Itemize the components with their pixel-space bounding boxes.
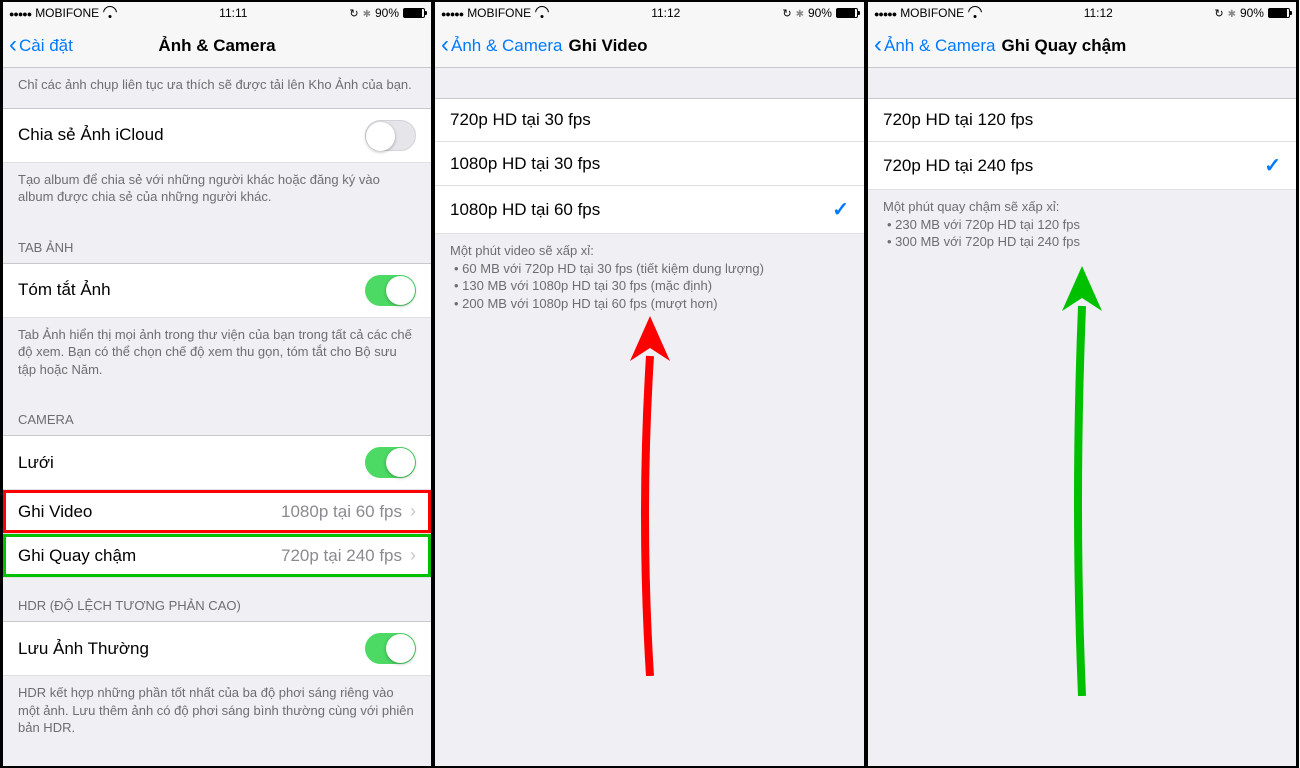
chevron-left-icon: ‹ [9,33,17,57]
screen-record-video: MOBIFONE 11:12 90% ‹ Ảnh & Camera Ghi Vi… [433,0,866,768]
battery-icon [403,8,425,18]
wifi-icon [968,8,982,18]
status-bar: MOBIFONE 11:12 90% [435,2,864,24]
photos-tab-header: TAB ẢNH [3,220,431,263]
video-size-footer: Một phút video sẽ xấp xỉ: 60 MB với 720p… [435,234,864,326]
summarize-photos-cell[interactable]: Tóm tắt Ảnh [3,263,431,318]
option-720p-240[interactable]: 720p HD tại 240 fps ✓ [868,142,1296,190]
rotation-lock-icon [782,6,791,20]
nav-bar: ‹ Ảnh & Camera Ghi Quay chậm [868,24,1296,68]
checkmark-icon: ✓ [832,197,849,222]
clock: 11:12 [1084,6,1113,20]
annotation-arrow-green [1052,266,1112,696]
battery-percent: 90% [1240,6,1264,20]
footer-line: 130 MB với 1080p HD tại 30 fps (mặc định… [454,277,849,295]
grid-toggle[interactable] [365,447,416,478]
slomo-size-footer: Một phút quay chậm sẽ xấp xỉ: 230 MB với… [868,190,1296,265]
option-720p-30[interactable]: 720p HD tại 30 fps [435,98,864,142]
option-1080p-30[interactable]: 1080p HD tại 30 fps [435,142,864,186]
chevron-right-icon: › [410,501,416,522]
back-label: Ảnh & Camera [451,36,563,56]
footer-line: 230 MB với 720p HD tại 120 fps [887,216,1281,234]
annotation-arrow-red [620,316,680,676]
settings-list[interactable]: Chỉ các ảnh chụp liên tục ưa thích sẽ đư… [3,68,431,766]
cell-label: Lưu Ảnh Thường [18,639,149,659]
footer-line: 300 MB với 720p HD tại 240 fps [887,233,1281,251]
rotation-lock-icon [349,6,358,20]
battery-percent: 90% [808,6,832,20]
back-label: Ảnh & Camera [884,36,996,56]
cell-label: 720p HD tại 30 fps [450,110,591,130]
record-video-cell[interactable]: Ghi Video 1080p tại 60 fps › [3,490,431,534]
chevron-left-icon: ‹ [441,33,449,57]
checkmark-icon: ✓ [1264,153,1281,178]
hdr-header: HDR (ĐỘ LỆCH TƯƠNG PHẢN CAO) [3,578,431,621]
bluetooth-icon [796,6,804,20]
chevron-right-icon: › [410,545,416,566]
icloud-footer: Tạo album để chia sẻ với những người khá… [3,163,431,220]
burst-footer: Chỉ các ảnh chụp liên tục ưa thích sẽ đư… [3,68,431,108]
clock: 11:11 [219,6,247,20]
cell-label: 720p HD tại 240 fps [883,156,1033,176]
record-slomo-value: 720p tại 240 fps [281,546,402,566]
cell-label: 1080p HD tại 30 fps [450,154,600,174]
bluetooth-icon [1228,6,1236,20]
keep-normal-photo-cell[interactable]: Lưu Ảnh Thường [3,621,431,676]
status-bar: MOBIFONE 11:12 90% [868,2,1296,24]
carrier-label: MOBIFONE [900,6,964,20]
summarize-toggle[interactable] [365,275,416,306]
cell-label: Ghi Video [18,502,92,522]
footer-line: 200 MB với 1080p HD tại 60 fps (mượt hơn… [454,295,849,313]
camera-header: CAMERA [3,392,431,435]
cell-label: 720p HD tại 120 fps [883,110,1033,130]
footer-lead: Một phút quay chậm sẽ xấp xỉ: [883,198,1281,216]
wifi-icon [103,8,117,18]
signal-dots-icon [441,6,463,20]
back-button[interactable]: ‹ Ảnh & Camera [441,35,563,57]
option-1080p-60[interactable]: 1080p HD tại 60 fps ✓ [435,186,864,234]
option-list[interactable]: 720p HD tại 120 fps 720p HD tại 240 fps … [868,68,1296,766]
cell-label: Lưới [18,453,54,473]
option-list[interactable]: 720p HD tại 30 fps 1080p HD tại 30 fps 1… [435,68,864,766]
footer-line: 60 MB với 720p HD tại 30 fps (tiết kiệm … [454,260,849,278]
record-slomo-cell[interactable]: Ghi Quay chậm 720p tại 240 fps › [3,534,431,578]
record-video-value: 1080p tại 60 fps [281,502,402,522]
screen-photos-camera: MOBIFONE 11:11 90% ‹ Cài đặt Ảnh & Camer… [0,0,433,768]
photos-tab-footer: Tab Ảnh hiển thị mọi ảnh trong thư viện … [3,318,431,393]
wifi-icon [535,8,549,18]
cell-label: Tóm tắt Ảnh [18,280,111,300]
back-button[interactable]: ‹ Ảnh & Camera [874,35,996,57]
keep-normal-toggle[interactable] [365,633,416,664]
nav-bar: ‹ Cài đặt Ảnh & Camera [3,24,431,68]
status-bar: MOBIFONE 11:11 90% [3,2,431,24]
clock: 11:12 [651,6,680,20]
screen-record-slomo: MOBIFONE 11:12 90% ‹ Ảnh & Camera Ghi Qu… [866,0,1299,768]
chevron-left-icon: ‹ [874,33,882,57]
grid-cell[interactable]: Lưới [3,435,431,490]
carrier-label: MOBIFONE [35,6,99,20]
option-720p-120[interactable]: 720p HD tại 120 fps [868,98,1296,142]
icloud-sharing-toggle[interactable] [365,120,416,151]
cell-label: 1080p HD tại 60 fps [450,200,600,220]
signal-dots-icon [874,6,896,20]
battery-percent: 90% [375,6,399,20]
signal-dots-icon [9,6,31,20]
nav-title: Ghi Video [569,36,648,56]
nav-title: Ghi Quay chậm [1002,36,1127,56]
footer-lead: Một phút video sẽ xấp xỉ: [450,242,849,260]
cell-label: Chia sẻ Ảnh iCloud [18,125,164,145]
icloud-photo-sharing-cell[interactable]: Chia sẻ Ảnh iCloud [3,108,431,163]
nav-bar: ‹ Ảnh & Camera Ghi Video [435,24,864,68]
battery-icon [836,8,858,18]
bluetooth-icon [363,6,371,20]
carrier-label: MOBIFONE [467,6,531,20]
hdr-footer: HDR kết hợp những phần tốt nhất của ba đ… [3,676,431,751]
back-button[interactable]: ‹ Cài đặt [9,35,73,57]
back-label: Cài đặt [19,36,73,56]
cell-label: Ghi Quay chậm [18,546,136,566]
rotation-lock-icon [1214,6,1223,20]
battery-icon [1268,8,1290,18]
